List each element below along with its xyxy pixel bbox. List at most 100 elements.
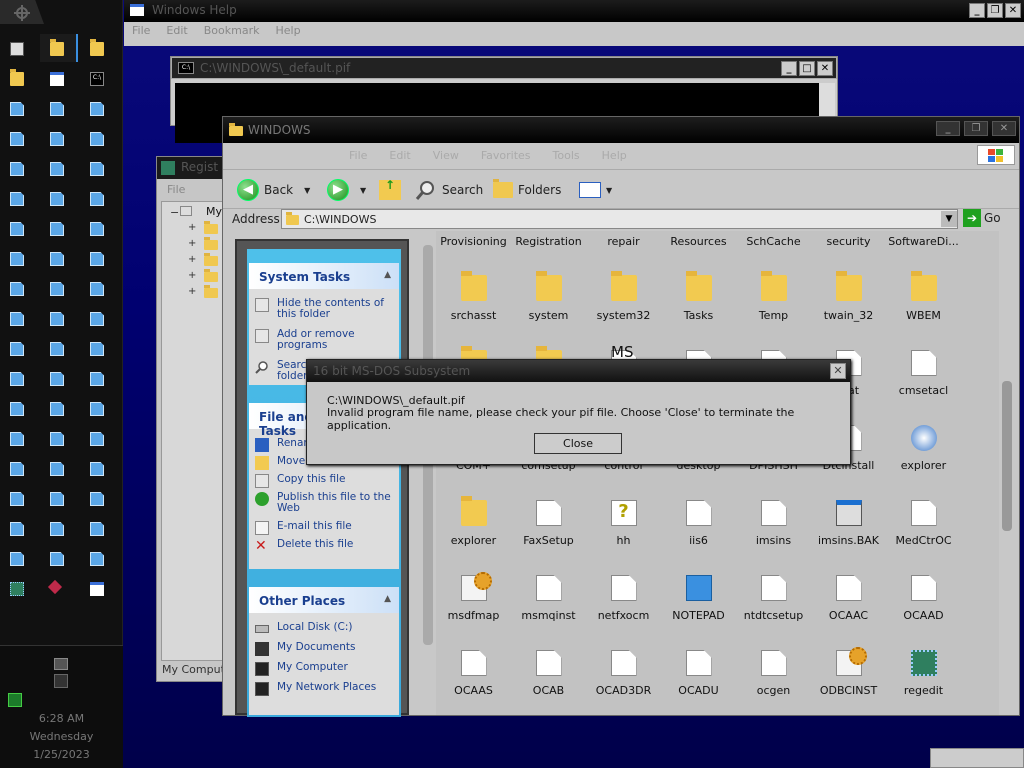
task-copy[interactable]: Copy this file — [253, 474, 399, 488]
explorer-titlebar[interactable]: WINDOWS _ ❐ ✕ — [223, 117, 1019, 143]
chevron-down-icon[interactable]: ▼ — [304, 186, 310, 195]
folder-icon[interactable] — [50, 39, 64, 56]
document-icon[interactable] — [50, 402, 64, 416]
document-icon[interactable] — [50, 312, 64, 326]
regedit-icon[interactable] — [10, 582, 24, 596]
dialog-close-icon[interactable]: ✕ — [830, 363, 846, 379]
start-button[interactable] — [0, 0, 44, 24]
file-item[interactable]: system32 — [586, 271, 661, 322]
file-list-scrollbar[interactable] — [999, 231, 1017, 715]
document-icon[interactable] — [10, 342, 24, 356]
document-icon[interactable] — [50, 102, 64, 116]
file-item[interactable]: twain_32 — [811, 271, 886, 322]
other-places-header[interactable]: Other Places ▲ — [249, 587, 399, 613]
file-item[interactable]: ntdtcsetup — [736, 575, 811, 622]
task-hide-contents[interactable]: Hide the contents of this folder — [253, 298, 399, 320]
file-item[interactable]: ocgen — [736, 650, 811, 697]
menu-view[interactable]: View — [433, 149, 459, 162]
restore-button[interactable]: ❐ — [987, 3, 1003, 18]
place-network[interactable]: My Network Places — [253, 682, 399, 696]
top-row-item[interactable]: security — [811, 235, 886, 248]
file-item[interactable]: OCADU — [661, 650, 736, 697]
folder-icon[interactable] — [204, 285, 218, 298]
tasks-scrollbar[interactable] — [421, 239, 435, 715]
tree-expand-icon[interactable]: + — [188, 270, 196, 281]
folder-icon[interactable] — [204, 221, 218, 234]
close-button[interactable]: ✕ — [817, 61, 833, 76]
document-icon[interactable] — [90, 162, 104, 176]
folder-icon[interactable] — [204, 269, 218, 282]
minimize-button[interactable]: _ — [936, 121, 960, 136]
menu-bookmark[interactable]: Bookmark — [204, 24, 260, 37]
file-item[interactable]: msdfmap — [436, 572, 511, 622]
file-item[interactable]: cmsetacl — [886, 350, 961, 397]
dos-titlebar[interactable]: C:\ C:\WINDOWS\_default.pif _ □ ✕ — [171, 57, 837, 79]
document-icon[interactable] — [10, 462, 24, 476]
document-icon[interactable] — [90, 312, 104, 326]
file-item[interactable]: OCAAD — [886, 575, 961, 622]
document-icon[interactable] — [10, 222, 24, 236]
registry-tree[interactable]: − My + + + + + — [161, 201, 225, 661]
close-button[interactable]: ✕ — [992, 121, 1016, 136]
menu-file[interactable]: File — [167, 183, 185, 196]
menu-file[interactable]: File — [132, 24, 150, 37]
error-dialog[interactable]: 16 bit MS-DOS Subsystem ✕ C:\WINDOWS\_de… — [306, 359, 851, 465]
close-button[interactable]: Close — [534, 433, 622, 454]
folder-icon[interactable] — [204, 237, 218, 250]
top-row-item[interactable]: Registration — [511, 235, 586, 248]
task-publish[interactable]: Publish this file to the Web — [253, 492, 399, 514]
tree-expand-icon[interactable]: + — [188, 222, 196, 233]
minimize-button[interactable]: _ — [969, 3, 985, 18]
file-item[interactable]: ? hh — [586, 500, 661, 547]
document-icon[interactable] — [10, 402, 24, 416]
file-item[interactable]: srchasst — [436, 271, 511, 322]
document-icon[interactable] — [90, 552, 104, 566]
cmd-icon[interactable]: C:\ — [90, 72, 104, 86]
document-icon[interactable] — [10, 132, 24, 146]
menu-help[interactable]: Help — [602, 149, 627, 162]
back-button[interactable]: ◀ Back ▼ — [237, 178, 310, 202]
task-email[interactable]: E-mail this file — [253, 521, 399, 535]
document-icon[interactable] — [90, 372, 104, 386]
address-input[interactable]: C:\WINDOWS — [281, 209, 958, 229]
dialog-titlebar[interactable]: 16 bit MS-DOS Subsystem ✕ — [307, 360, 850, 382]
document-icon[interactable] — [50, 522, 64, 536]
file-item[interactable]: WBEM — [886, 271, 961, 322]
address-dropdown-button[interactable]: ▼ — [941, 211, 957, 227]
document-icon[interactable] — [10, 492, 24, 506]
registry-titlebar[interactable]: Regist — [157, 157, 227, 179]
file-item[interactable]: explorer — [436, 496, 511, 547]
document-icon[interactable] — [90, 222, 104, 236]
place-local-disk[interactable]: Local Disk (C:) — [253, 622, 399, 633]
place-my-computer[interactable]: My Computer — [253, 662, 399, 676]
document-icon[interactable] — [10, 192, 24, 206]
document-icon[interactable] — [10, 432, 24, 446]
chevron-down-icon[interactable]: ▼ — [606, 186, 612, 195]
file-item[interactable]: Temp — [736, 271, 811, 322]
document-icon[interactable] — [50, 342, 64, 356]
tree-expand-icon[interactable]: + — [188, 254, 196, 265]
collapse-icon[interactable]: ▲ — [384, 270, 391, 280]
file-item[interactable]: OCAD3DR — [586, 650, 661, 697]
file-item[interactable]: netfxocm — [586, 575, 661, 622]
document-icon[interactable] — [90, 492, 104, 506]
document-icon[interactable] — [10, 282, 24, 296]
computer-icon[interactable] — [10, 42, 24, 56]
document-icon[interactable] — [50, 372, 64, 386]
menu-edit[interactable]: Edit — [389, 149, 410, 162]
keyboard-icon[interactable] — [54, 658, 68, 670]
file-item[interactable]: iis6 — [661, 500, 736, 547]
clock-area[interactable]: 6:28 AM Wednesday 1/25/2023 — [0, 645, 123, 768]
file-item[interactable]: FaxSetup — [511, 500, 586, 547]
document-icon[interactable] — [50, 282, 64, 296]
views-button[interactable]: ▼ — [579, 178, 612, 202]
edit-icon[interactable] — [47, 579, 63, 595]
file-item[interactable]: explorer — [886, 425, 961, 472]
window-icon[interactable] — [90, 582, 104, 596]
file-item[interactable]: OCAB — [511, 650, 586, 697]
tree-root-label[interactable]: My — [206, 205, 222, 218]
file-item[interactable]: msmqinst — [511, 575, 586, 622]
folders-button[interactable]: Folders — [493, 178, 561, 202]
tree-expand-icon[interactable]: + — [188, 238, 196, 249]
place-my-documents[interactable]: My Documents — [253, 642, 399, 656]
